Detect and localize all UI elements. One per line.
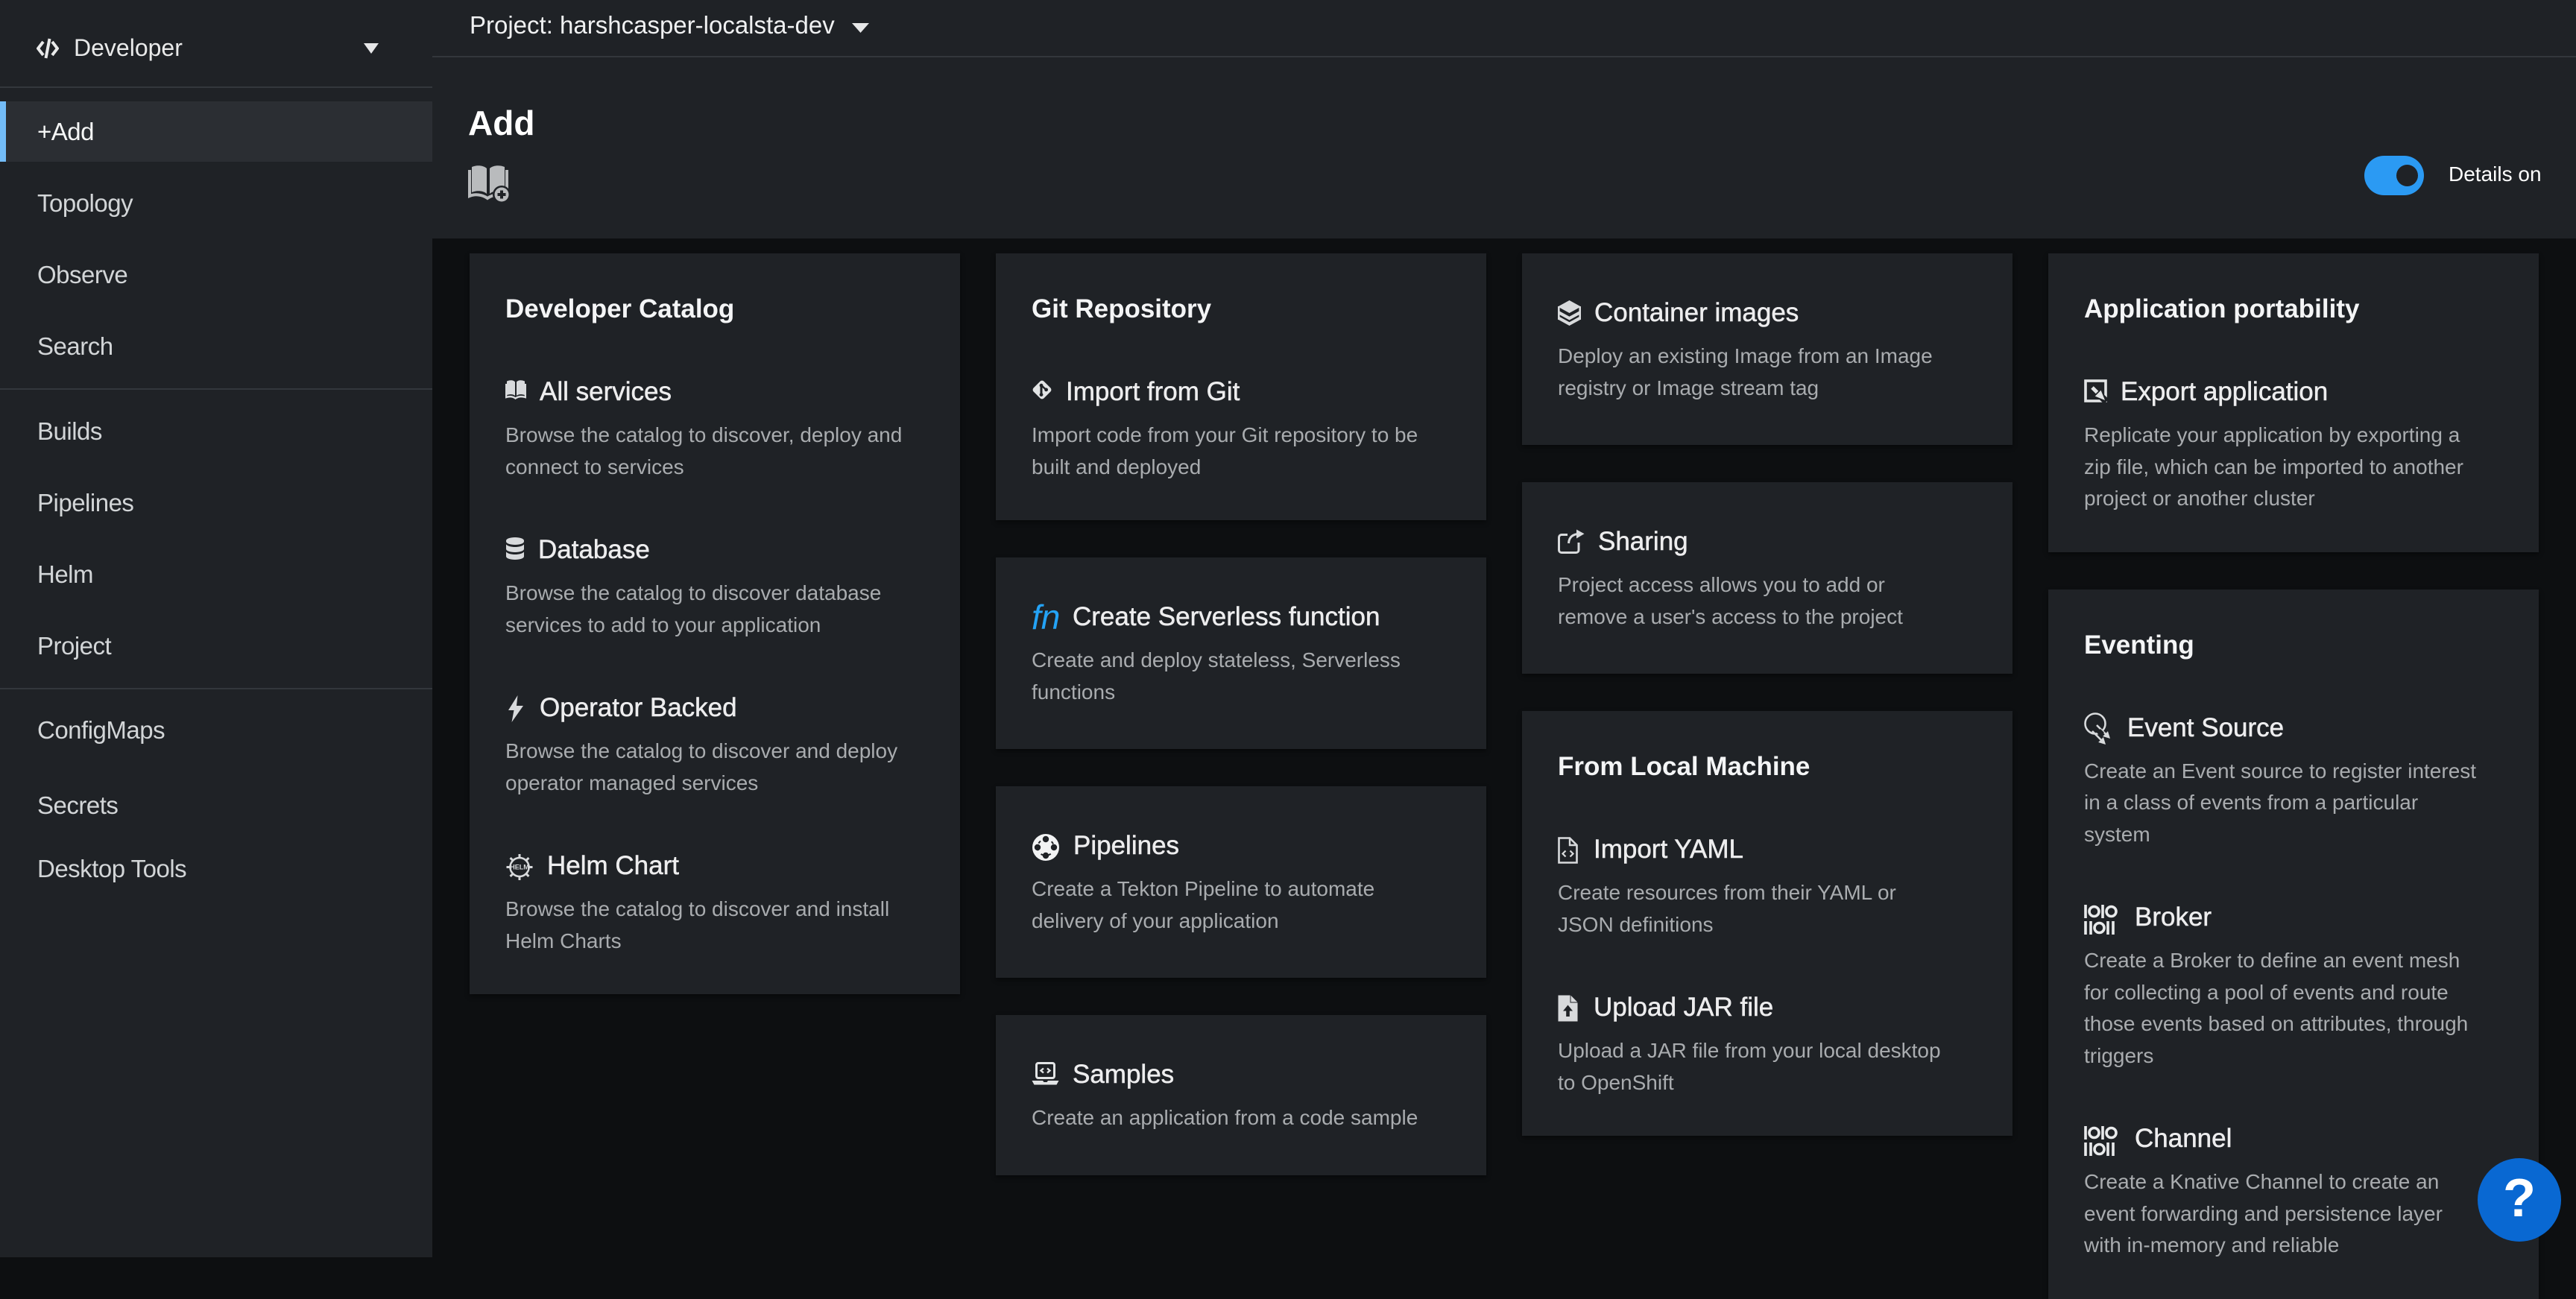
svg-text:HELM: HELM	[510, 864, 529, 871]
